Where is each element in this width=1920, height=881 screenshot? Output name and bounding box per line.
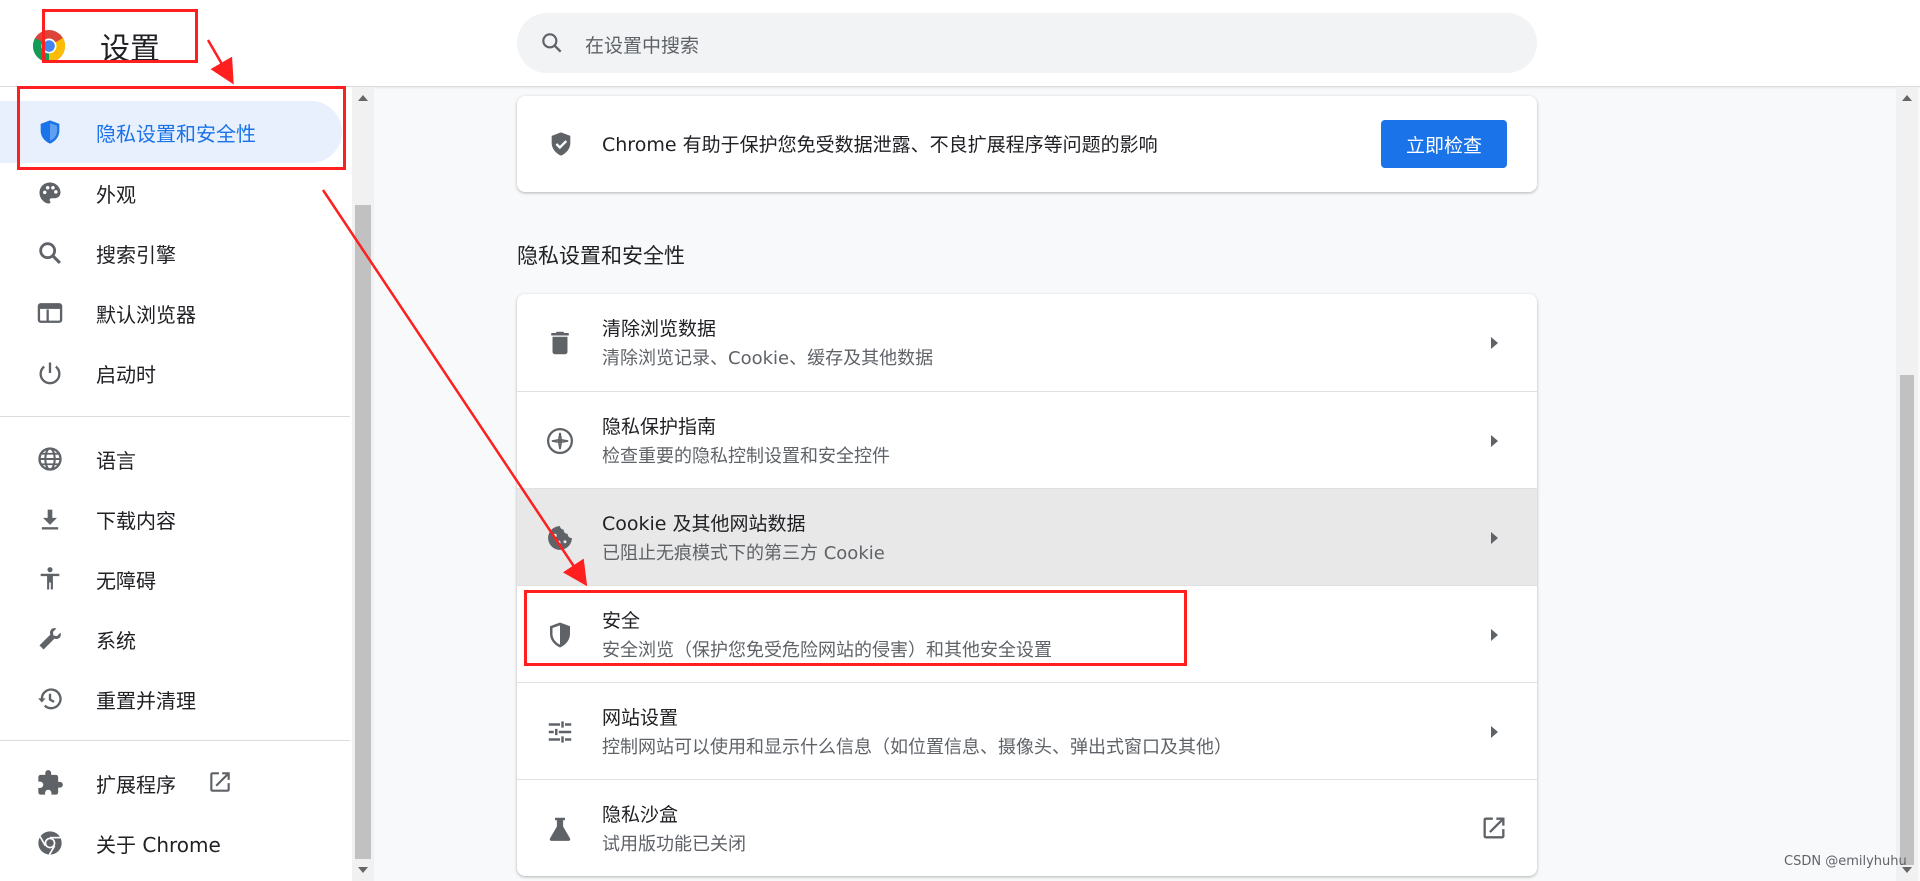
shield-check-icon (547, 130, 575, 158)
scrollbar-thumb[interactable] (355, 205, 371, 859)
accessibility-icon (36, 565, 64, 593)
sidebar-item-on-startup[interactable]: 启动时 (0, 342, 342, 404)
chevron-right-icon (1491, 629, 1498, 641)
trash-icon (545, 328, 575, 358)
row-privacy-sandbox[interactable]: 隐私沙盒 试用版功能已关闭 (517, 779, 1537, 876)
section-title: 隐私设置和安全性 (517, 244, 685, 268)
row-privacy-guide[interactable]: 隐私保护指南 检查重要的隐私控制设置和安全控件 (517, 391, 1537, 489)
annotation-box-privacy (17, 86, 346, 170)
main-scrollbar[interactable] (1896, 87, 1918, 881)
scroll-up-arrow-icon[interactable] (358, 95, 368, 101)
sidebar-item-label: 默认浏览器 (96, 302, 196, 327)
row-title: 网站设置 (602, 707, 679, 729)
row-title: 清除浏览数据 (602, 318, 717, 340)
row-subtitle: 已阻止无痕模式下的第三方 Cookie (602, 543, 885, 564)
row-subtitle: 试用版功能已关闭 (602, 834, 746, 855)
scroll-up-arrow-icon[interactable] (1902, 95, 1912, 101)
sidebar-item-label: 外观 (96, 182, 136, 207)
nav-divider (0, 416, 350, 417)
tune-icon (545, 717, 575, 747)
sidebar-item-system[interactable]: 系统 (0, 608, 342, 670)
search-icon (36, 239, 64, 267)
chevron-right-icon (1491, 337, 1498, 349)
check-now-button[interactable]: 立即检查 (1381, 120, 1507, 168)
sidebar-item-search-engine[interactable]: 搜索引擎 (0, 222, 342, 284)
puzzle-icon (36, 769, 64, 797)
sidebar-item-label: 启动时 (96, 362, 156, 387)
browser-window-icon (36, 299, 64, 327)
wrench-icon (36, 625, 64, 653)
sidebar-item-about-chrome[interactable]: 关于 Chrome (0, 812, 342, 874)
watermark: CSDN @emilyhuhu (1784, 854, 1907, 869)
download-icon (36, 505, 64, 533)
chrome-icon (36, 829, 64, 857)
open-in-new-icon (1480, 814, 1508, 842)
sidebar-nav: 隐私设置和安全性 外观 搜索引擎 默认浏览器 启动时 语言 下载内容 无障碍 系… (0, 87, 352, 881)
sidebar-item-reset[interactable]: 重置并清理 (0, 668, 342, 730)
row-title: 隐私沙盒 (602, 804, 679, 826)
scroll-down-arrow-icon[interactable] (358, 867, 368, 873)
chevron-right-icon (1491, 532, 1498, 544)
cookie-icon (545, 523, 575, 553)
sidebar-item-label: 语言 (96, 448, 136, 473)
sidebar-item-label: 搜索引擎 (96, 242, 176, 267)
row-title: Cookie 及其他网站数据 (602, 513, 806, 535)
sidebar-item-label: 重置并清理 (96, 688, 196, 713)
row-clear-browsing-data[interactable]: 清除浏览数据 清除浏览记录、Cookie、缓存及其他数据 (517, 294, 1537, 391)
chevron-right-icon (1491, 726, 1498, 738)
open-in-new-icon (207, 769, 233, 795)
sidebar-item-appearance[interactable]: 外观 (0, 162, 342, 224)
sidebar-item-label: 关于 Chrome (96, 832, 221, 857)
annotation-box-security (524, 590, 1187, 666)
scrollbar-thumb[interactable] (1900, 375, 1914, 865)
search-icon (539, 30, 565, 56)
history-icon (36, 685, 64, 713)
row-site-settings[interactable]: 网站设置 控制网站可以使用和显示什么信息（如位置信息、摄像头、弹出式窗口及其他） (517, 682, 1537, 780)
globe-icon (36, 445, 64, 473)
sidebar-item-label: 系统 (96, 628, 136, 653)
sidebar-scrollbar[interactable] (352, 87, 374, 881)
safety-check-card: Chrome 有助于保护您免受数据泄露、不良扩展程序等问题的影响 立即检查 (517, 96, 1537, 192)
privacy-settings-card: 清除浏览数据 清除浏览记录、Cookie、缓存及其他数据 隐私保护指南 检查重要… (517, 294, 1537, 876)
annotation-box-title (42, 9, 198, 63)
sidebar-item-accessibility[interactable]: 无障碍 (0, 548, 342, 610)
sidebar-item-downloads[interactable]: 下载内容 (0, 488, 342, 550)
compass-icon (545, 426, 575, 456)
top-bar: 设置 在设置中搜索 (0, 0, 1920, 87)
search-placeholder: 在设置中搜索 (585, 35, 700, 57)
search-input[interactable]: 在设置中搜索 (517, 13, 1537, 73)
chevron-right-icon (1491, 435, 1498, 447)
sidebar-item-label: 扩展程序 (96, 772, 176, 797)
row-title: 隐私保护指南 (602, 416, 717, 438)
power-icon (36, 359, 64, 387)
row-subtitle: 检查重要的隐私控制设置和安全控件 (602, 446, 890, 467)
sidebar-item-default-browser[interactable]: 默认浏览器 (0, 282, 342, 344)
sidebar-item-extensions[interactable]: 扩展程序 (0, 752, 342, 814)
sidebar-item-label: 下载内容 (96, 508, 176, 533)
row-cookies[interactable]: Cookie 及其他网站数据 已阻止无痕模式下的第三方 Cookie (517, 488, 1537, 586)
safety-check-description: Chrome 有助于保护您免受数据泄露、不良扩展程序等问题的影响 (602, 134, 1158, 156)
row-subtitle: 控制网站可以使用和显示什么信息（如位置信息、摄像头、弹出式窗口及其他） (602, 737, 1232, 758)
nav-divider (0, 740, 350, 741)
sidebar-item-languages[interactable]: 语言 (0, 428, 342, 490)
row-subtitle: 清除浏览记录、Cookie、缓存及其他数据 (602, 348, 934, 369)
sidebar-item-label: 无障碍 (96, 568, 156, 593)
flask-icon (545, 814, 575, 844)
palette-icon (36, 179, 64, 207)
